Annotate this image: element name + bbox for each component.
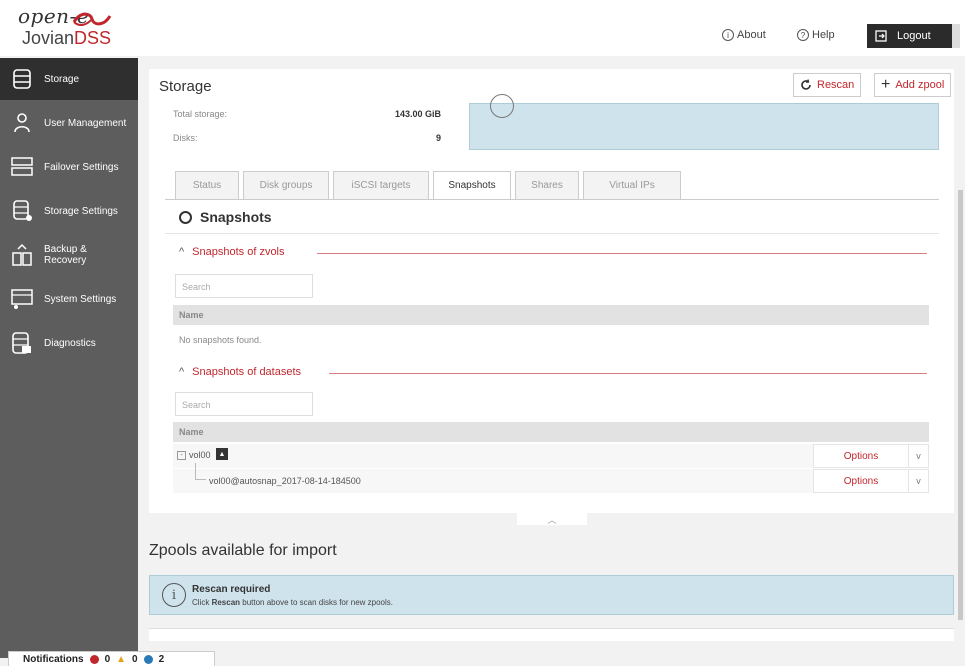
top-bar: open-e JovianDSS i About ? Help Logout	[0, 0, 965, 56]
page-title: Storage	[159, 78, 212, 95]
error-icon	[89, 654, 99, 664]
zpool-card: Total storage: 143.00 GiB Disks: 9 Statu…	[149, 94, 954, 513]
notice-title: Rescan required	[192, 584, 271, 595]
datasets-search-input[interactable]: Search	[175, 392, 313, 416]
sidebar-item-backup-recovery[interactable]: Backup & Recovery	[0, 234, 138, 276]
zvols-name-column-header[interactable]: Name	[173, 305, 929, 325]
page-header: Storage Rescan + Add zpool	[149, 69, 954, 104]
sidebar-item-diagnostics[interactable]: Diagnostics	[0, 322, 138, 364]
tabs-divider	[165, 199, 939, 200]
collapse-icon[interactable]: -	[177, 451, 186, 460]
options-button[interactable]: Options	[813, 469, 909, 493]
tree-connector	[195, 463, 206, 480]
logout-dropdown[interactable]	[952, 24, 960, 48]
tab-iscsi-targets[interactable]: iSCSI targets	[333, 171, 429, 199]
dataset-name: vol00	[189, 450, 211, 460]
sidebar: Storage User Management Failover Setting…	[0, 58, 138, 658]
datasets-name-column-header[interactable]: Name	[173, 422, 929, 442]
disks-label: Disks:	[173, 133, 198, 143]
rescan-notice: i Rescan required Click Rescan button ab…	[149, 575, 954, 615]
help-link[interactable]: ? Help	[797, 29, 835, 41]
product-name: JovianDSS	[22, 28, 112, 48]
zvols-empty-message: No snapshots found.	[179, 335, 262, 345]
notice-description: Click Rescan button above to scan disks …	[192, 598, 394, 607]
warning-icon: ▲	[116, 653, 127, 665]
tab-snapshots[interactable]: Snapshots	[433, 171, 511, 199]
info-icon: i	[722, 29, 734, 41]
notifications-bar[interactable]: Notifications 0 ▲ 0 2	[8, 651, 215, 666]
about-link[interactable]: i About	[722, 29, 766, 41]
refresh-icon[interactable]	[179, 210, 192, 224]
divider	[165, 233, 939, 234]
scrollbar[interactable]	[958, 190, 963, 620]
collapse-card-button[interactable]: ︿	[517, 513, 587, 525]
info-icon	[490, 94, 514, 118]
datasets-section-toggle[interactable]: ^ Snapshots of datasets	[179, 366, 301, 378]
plus-icon: +	[881, 76, 891, 93]
zvols-search-input[interactable]: Search	[175, 274, 313, 298]
storage-icon	[13, 69, 31, 89]
chevron-up-icon: ^	[179, 366, 185, 378]
tab-shares[interactable]: Shares	[515, 171, 579, 199]
users-icon	[14, 113, 30, 133]
dataset-badge-icon: ▲	[216, 448, 228, 460]
options-button[interactable]: Options	[813, 444, 909, 468]
logout-icon	[875, 30, 887, 42]
total-storage-value: 143.00 GiB	[394, 109, 441, 119]
chevron-down-icon[interactable]: v	[909, 469, 929, 493]
rescan-button[interactable]: Rescan	[793, 73, 862, 97]
refresh-icon	[801, 79, 811, 90]
diagnostics-icon	[12, 332, 31, 354]
snapshot-name: vol00@autosnap_2017-08-14-184500	[209, 476, 361, 486]
import-list-card	[149, 628, 954, 641]
zvols-section-toggle[interactable]: ^ Snapshots of zvols	[179, 246, 285, 258]
chevron-up-icon: ^	[179, 246, 185, 258]
total-storage-label: Total storage:	[173, 109, 228, 119]
section-rule	[329, 373, 927, 374]
tab-disk-groups[interactable]: Disk groups	[243, 171, 329, 199]
zpools-import-title: Zpools available for import	[149, 542, 337, 559]
table-row: vol00@autosnap_2017-08-14-184500 Options…	[173, 463, 929, 493]
system-settings-icon	[11, 289, 33, 309]
info-dot-icon	[143, 654, 153, 664]
logo-icon	[72, 12, 112, 27]
sidebar-item-failover-settings[interactable]: Failover Settings	[0, 146, 138, 188]
help-icon: ?	[797, 29, 809, 41]
sidebar-item-storage[interactable]: Storage	[0, 58, 138, 100]
snapshots-title: Snapshots	[179, 209, 272, 225]
sidebar-item-user-management[interactable]: User Management	[0, 102, 138, 144]
failover-icon	[11, 157, 33, 176]
section-rule	[317, 253, 927, 254]
backup-icon	[12, 243, 32, 266]
sidebar-item-storage-settings[interactable]: Storage Settings	[0, 190, 138, 232]
add-zpool-button[interactable]: + Add zpool	[874, 73, 952, 97]
table-row: - vol00 ▲ Options v	[173, 444, 929, 468]
sidebar-item-system-settings[interactable]: System Settings	[0, 278, 138, 320]
tab-bar: Status Disk groups iSCSI targets Snapsho…	[175, 171, 685, 199]
tab-status[interactable]: Status	[175, 171, 239, 199]
chevron-down-icon[interactable]: v	[909, 444, 929, 468]
storage-settings-icon	[13, 200, 32, 221]
disks-value: 9	[435, 133, 441, 143]
logout-button[interactable]: Logout	[867, 24, 952, 48]
tab-virtual-ips[interactable]: Virtual IPs	[583, 171, 681, 199]
info-icon: i	[162, 583, 186, 607]
info-panel	[469, 94, 939, 150]
